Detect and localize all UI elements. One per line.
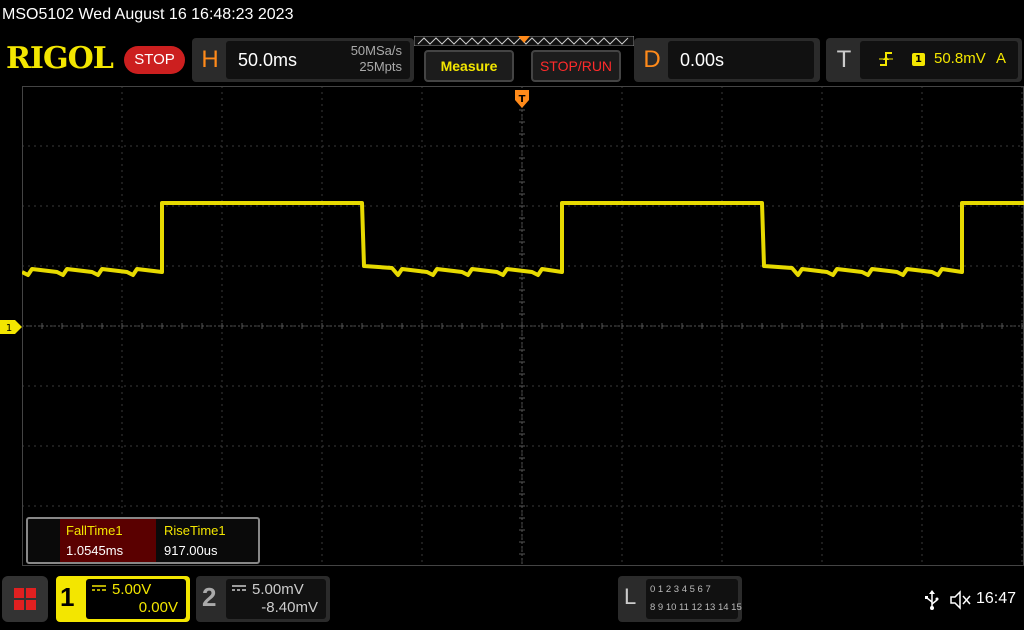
trigger-letter: T: [836, 46, 852, 73]
channel-2-number: 2: [202, 582, 217, 612]
channel-2-offset: -8.40mV: [261, 599, 318, 616]
trigger-mode: A: [995, 50, 1006, 67]
trigger-marker-label: T: [519, 94, 526, 105]
logic-letter: L: [624, 584, 637, 609]
trigger-readout: 1 50.8mV A: [860, 41, 1018, 79]
channel-1-panel[interactable]: 1 5.00V 0.00V: [56, 576, 190, 622]
rising-edge-icon: [879, 52, 893, 66]
channel-2-readout: 5.00mV -8.40mV: [226, 579, 326, 619]
delay-readout: 0.00s: [668, 41, 814, 79]
channel-1-number: 1: [60, 582, 75, 612]
run-state-badge[interactable]: STOP: [124, 46, 185, 74]
dc-coupling-icon: [232, 585, 246, 591]
rigol-logo: RIGOL: [6, 41, 114, 76]
stop-run-button[interactable]: STOP/RUN: [531, 50, 621, 82]
horizontal-readout: 50.0ms 50MSa/s 25Mpts: [226, 41, 410, 79]
mute-icon[interactable]: [950, 590, 972, 610]
delay-letter: D: [643, 46, 661, 73]
ch1-marker-label: 1: [6, 323, 12, 334]
channel-1-offset: 0.00V: [138, 599, 178, 616]
waveform-display[interactable]: T: [22, 86, 1024, 566]
fall-time-label: FallTime1: [66, 523, 123, 538]
channel-2-scale: 5.00mV: [252, 581, 304, 598]
dc-coupling-icon: [92, 585, 106, 591]
rise-time-label: RiseTime1: [164, 523, 226, 538]
logic-row-low: 0 1 2 3 4 5 6 7: [650, 584, 711, 595]
horizontal-letter: H: [201, 46, 219, 73]
top-toolbar: RIGOL STOP H 50.0ms 50MSa/s 25Mpts Measu…: [0, 32, 1024, 86]
channel-2-panel[interactable]: 2 5.00mV -8.40mV: [196, 576, 330, 622]
memory-position-strip: [414, 36, 634, 46]
title-bar: MSO5102 Wed August 16 16:48:23 2023: [0, 0, 1024, 32]
sample-rate: 50MSa/s: [350, 43, 402, 58]
logic-row-high: 8 9 10 11 12 13 14 15: [650, 602, 742, 613]
timebase-value: 50.0ms: [238, 50, 298, 70]
ch1-offset-marker[interactable]: 1: [0, 320, 22, 334]
trigger-panel[interactable]: T 1 50.8mV A: [826, 38, 1022, 82]
menu-grid-icon: [14, 588, 24, 598]
trigger-level: 50.8mV: [934, 50, 986, 67]
main-menu-button[interactable]: [2, 576, 48, 622]
delay-value: 0.00s: [680, 50, 725, 70]
channel-1-readout: 5.00V 0.00V: [86, 579, 186, 619]
channel-1-scale: 5.00V: [112, 581, 152, 598]
measurement-panel[interactable]: FallTime1 1.0545ms RiseTime1 917.00us: [26, 517, 260, 564]
bottom-bar: 1 5.00V 0.00V 2 5.00mV -8.40mV L 0 1 2 3…: [0, 566, 1024, 630]
memory-depth: 25Mpts: [359, 59, 402, 74]
measure-button[interactable]: Measure: [424, 50, 514, 82]
logic-analyzer-panel[interactable]: L 0 1 2 3 4 5 6 7 8 9 10 11 12 13 14 15: [618, 576, 742, 622]
device-datetime: MSO5102 Wed August 16 16:48:23 2023: [2, 6, 294, 23]
status-clock: 16:47: [976, 590, 1017, 607]
usb-icon: [925, 590, 939, 610]
fall-time-value: 1.0545ms: [66, 543, 124, 558]
horizontal-panel[interactable]: H 50.0ms 50MSa/s 25Mpts: [192, 38, 414, 82]
delay-panel[interactable]: D 0.00s: [634, 38, 820, 82]
rise-time-value: 917.00us: [164, 543, 218, 558]
measurement-rise-time[interactable]: RiseTime1 917.00us: [158, 519, 254, 562]
waveform-grid[interactable]: T: [22, 86, 1024, 566]
trigger-source-badge: 1: [912, 53, 925, 66]
measurement-fall-time[interactable]: FallTime1 1.0545ms: [60, 519, 156, 562]
logic-channels: 0 1 2 3 4 5 6 7 8 9 10 11 12 13 14 15: [646, 579, 742, 619]
